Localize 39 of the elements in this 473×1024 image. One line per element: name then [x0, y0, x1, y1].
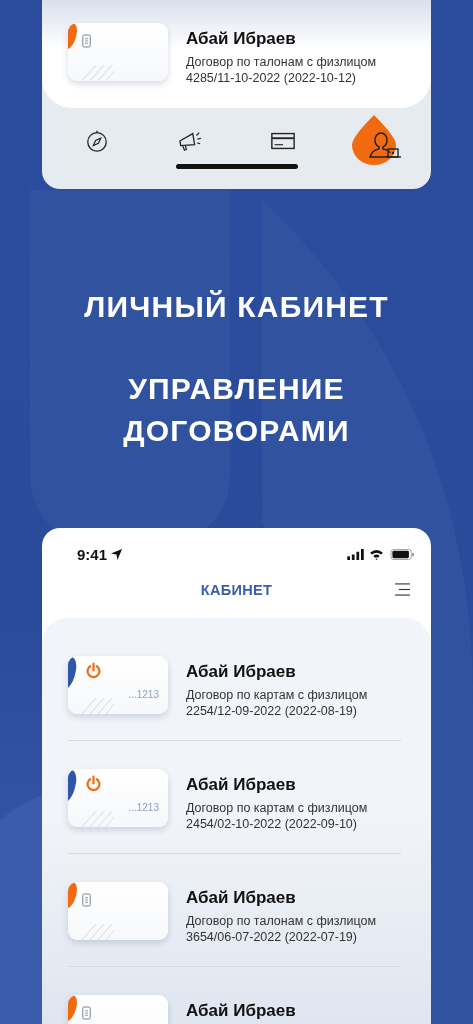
- status-time: 9:41: [77, 545, 108, 563]
- client-name: Абай Ибраев: [186, 775, 297, 795]
- contract-description: Договор по картам с физлицом: [186, 687, 368, 703]
- receipt-icon: [82, 1006, 91, 1020]
- headline: ЛИЧНЫЙ КАБИНЕТ: [83, 289, 390, 325]
- client-name: Абай Ибраев: [186, 1001, 296, 1021]
- contract-description: Договор по картам с физлицом: [186, 800, 368, 816]
- contract-number: 4285/11-10-2022 (2022-10-12): [186, 70, 358, 86]
- contract-number: 3654/06-07-2022 (2022-07-19): [186, 929, 358, 945]
- leaf-mark-icon: [68, 995, 77, 1024]
- receipt-icon: [82, 34, 91, 48]
- megaphone-icon: [176, 129, 203, 153]
- leaf-mark-icon: [68, 769, 77, 801]
- menu-icon[interactable]: [395, 583, 410, 596]
- contract-description: Договор по талонам с физлицом: [186, 54, 377, 70]
- user-laptop-icon: [367, 131, 402, 159]
- contract-description: Договор по талонам с физлицом: [186, 913, 377, 929]
- wifi-icon: [369, 548, 384, 560]
- card-number: ...1213: [128, 689, 159, 700]
- hatch-lines-drawing: [80, 65, 116, 81]
- client-name: Абай Ибраев: [186, 888, 297, 908]
- contract-number: 2254/12-09-2022 (2022-08-19): [186, 703, 358, 719]
- card-number: ...1213: [128, 802, 159, 813]
- receipt-icon: [82, 893, 91, 907]
- client-name: Абай Ибраев: [186, 662, 297, 682]
- tab-button[interactable]: [350, 115, 403, 167]
- client-name: Абай Ибраев: [186, 29, 297, 49]
- hatch-lines-drawing: [80, 811, 116, 827]
- contract-number: 2454/02-10-2022 (2022-09-10): [186, 816, 358, 832]
- leaf-mark-icon: [68, 656, 77, 688]
- power-icon: [85, 662, 102, 679]
- location-arrow-icon: [110, 547, 124, 561]
- power-icon: [85, 775, 102, 792]
- screen-title: КАБИНЕТ: [200, 582, 273, 598]
- hatch-lines-drawing: [80, 924, 116, 940]
- signal-icon: [347, 548, 364, 560]
- hatch-lines-drawing: [80, 698, 116, 714]
- headline: УПРАВЛЕНИЕ ДОГОВОРАМИ: [122, 371, 351, 449]
- battery-icon: [390, 548, 415, 560]
